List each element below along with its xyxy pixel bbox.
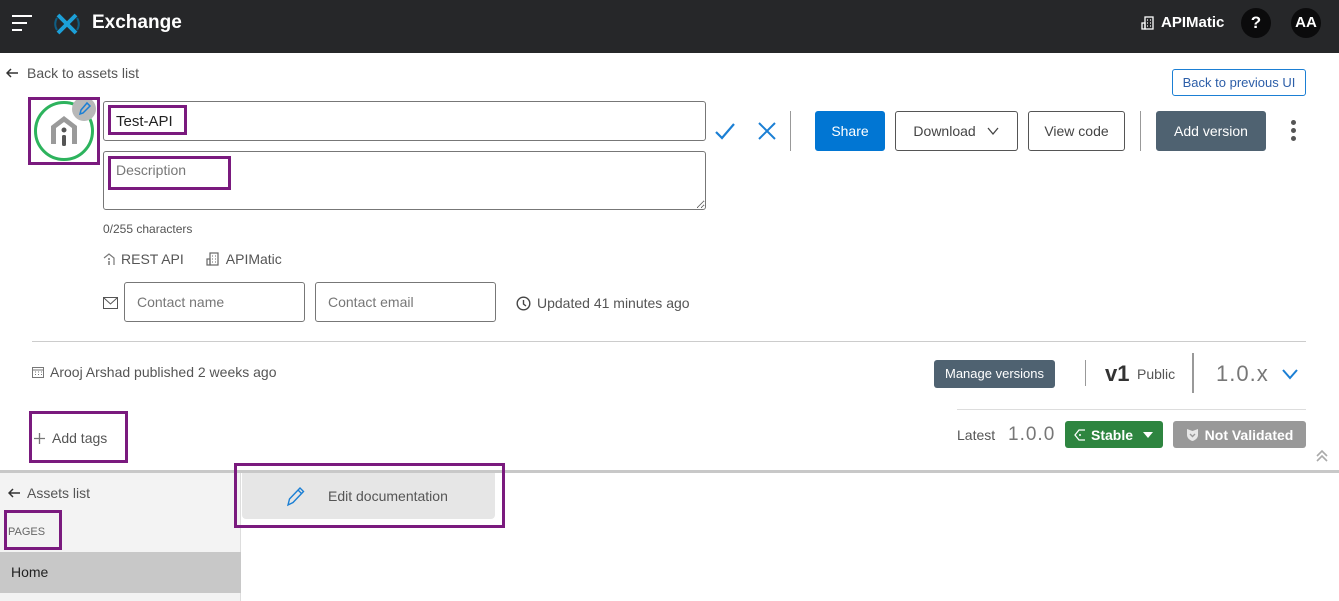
edit-icon-button[interactable] xyxy=(72,97,96,121)
download-label: Download xyxy=(913,123,976,139)
asset-type: REST API xyxy=(121,251,184,267)
assets-list-link[interactable]: Assets list xyxy=(8,485,90,501)
char-count: 0/255 characters xyxy=(103,222,193,236)
collapse-up-icon[interactable] xyxy=(1315,449,1329,463)
asset-name-input[interactable] xyxy=(103,101,706,141)
clock-icon xyxy=(516,295,531,311)
divider xyxy=(1140,111,1141,151)
arrow-left-icon xyxy=(6,68,18,78)
latest-version: 1.0.0 xyxy=(1008,424,1056,445)
pencil-icon xyxy=(78,101,92,116)
assets-list-label: Assets list xyxy=(27,485,91,501)
pencil-icon xyxy=(286,486,305,507)
divider xyxy=(1192,353,1194,393)
plus-icon xyxy=(34,432,45,444)
major-version: v1 xyxy=(1105,361,1130,386)
description-textarea[interactable] xyxy=(103,151,706,210)
close-icon[interactable] xyxy=(756,120,778,142)
divider xyxy=(1085,360,1086,386)
back-to-assets-link[interactable]: Back to assets list xyxy=(6,65,139,81)
arrow-left-icon xyxy=(8,488,20,498)
share-button[interactable]: Share xyxy=(815,111,885,151)
edit-documentation-label: Edit documentation xyxy=(328,488,448,504)
divider xyxy=(957,409,1306,410)
hamburger-menu-icon[interactable] xyxy=(12,13,32,31)
building-icon xyxy=(206,252,219,266)
chevron-down-icon xyxy=(987,127,999,136)
add-tags-label: Add tags xyxy=(52,430,108,446)
top-navigation-bar: Exchange APIMatic ? AA xyxy=(0,0,1339,53)
pages-section-label: PAGES xyxy=(8,526,46,538)
back-link-label: Back to assets list xyxy=(27,65,140,81)
asset-organization[interactable]: APIMatic xyxy=(226,251,282,267)
updated-text: Updated 41 minutes ago xyxy=(537,295,690,311)
validation-badge: Not Validated xyxy=(1173,421,1306,448)
caret-down-icon xyxy=(1143,431,1153,438)
selected-version: 1.0.x xyxy=(1216,361,1269,386)
sidebar-item-home[interactable]: Home xyxy=(0,552,241,593)
edit-documentation-button[interactable]: Edit documentation xyxy=(242,473,495,519)
published-text: Arooj Arshad published 2 weeks ago xyxy=(50,364,277,380)
shield-icon xyxy=(1186,428,1198,441)
tag-icon xyxy=(1074,428,1085,441)
download-button[interactable]: Download xyxy=(895,111,1018,151)
add-version-button[interactable]: Add version xyxy=(1156,111,1266,151)
published-info: Arooj Arshad published 2 weeks ago xyxy=(32,364,276,380)
calendar-icon xyxy=(32,367,44,378)
org-name: APIMatic xyxy=(1161,14,1225,31)
exchange-logo-icon xyxy=(54,13,80,35)
divider xyxy=(790,111,791,151)
manage-versions-button[interactable]: Manage versions xyxy=(934,360,1055,388)
add-tags-button[interactable]: Add tags xyxy=(33,430,107,446)
lifecycle-dropdown[interactable]: Stable xyxy=(1065,421,1163,448)
lifecycle-label: Stable xyxy=(1090,426,1133,443)
divider xyxy=(32,341,1306,342)
validation-label: Not Validated xyxy=(1204,426,1294,443)
org-switcher[interactable]: APIMatic xyxy=(1141,14,1224,31)
latest-label: Latest xyxy=(957,427,996,443)
chevron-down-icon xyxy=(1281,369,1298,380)
contact-email-input[interactable] xyxy=(315,282,496,322)
user-avatar[interactable]: AA xyxy=(1291,8,1321,38)
app-title[interactable]: Exchange xyxy=(92,12,182,34)
mail-icon xyxy=(103,297,118,309)
back-to-previous-ui-button[interactable]: Back to previous UI xyxy=(1172,69,1306,96)
help-button[interactable]: ? xyxy=(1241,8,1271,38)
contact-name-input[interactable] xyxy=(124,282,305,322)
view-code-button[interactable]: View code xyxy=(1028,111,1125,151)
asset-meta: REST API APIMatic xyxy=(103,251,282,267)
checkmark-icon[interactable] xyxy=(713,119,737,143)
more-options-icon[interactable] xyxy=(1286,118,1300,144)
updated-info: Updated 41 minutes ago xyxy=(516,295,690,311)
building-icon xyxy=(1141,15,1154,30)
visibility-label: Public xyxy=(1137,366,1176,382)
version-selector[interactable]: 1.0.x xyxy=(1216,361,1299,387)
rest-api-icon xyxy=(103,253,115,265)
